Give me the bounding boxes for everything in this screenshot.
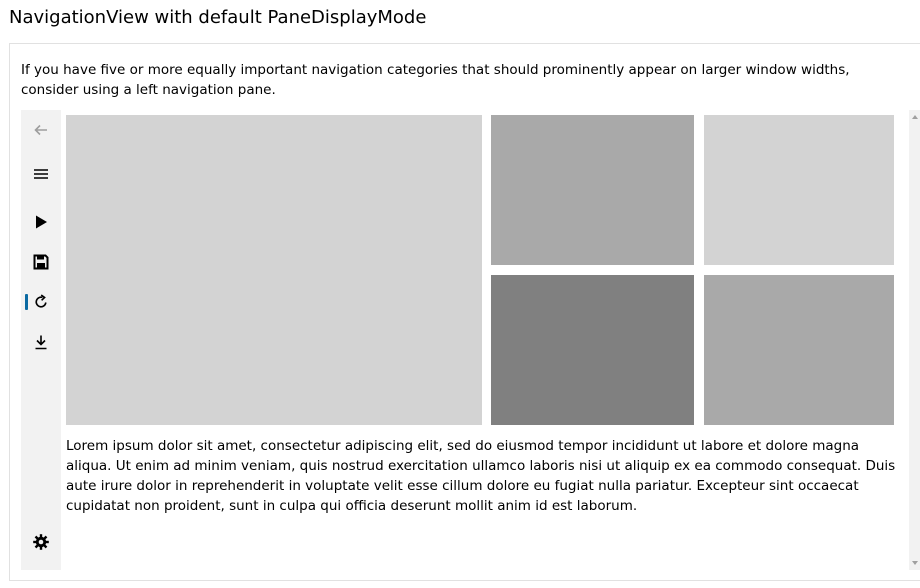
image-tile [491, 115, 694, 265]
play-icon [36, 215, 47, 229]
back-button[interactable] [21, 110, 61, 150]
nav-item-save[interactable] [21, 242, 61, 282]
navigation-view: Lorem ipsum dolor sit amet, consectetur … [21, 110, 920, 570]
image-tile [704, 115, 894, 265]
page-title: NavigationView with default PaneDisplayM… [9, 7, 427, 28]
refresh-icon [35, 294, 47, 308]
back-arrow-icon [34, 124, 47, 136]
navigation-pane [21, 110, 61, 570]
nav-item-play[interactable] [21, 202, 61, 242]
gear-icon [33, 534, 49, 550]
hamburger-menu-icon [34, 169, 48, 179]
scroll-up-arrow[interactable] [912, 115, 918, 119]
scroll-down-arrow[interactable] [912, 561, 918, 565]
nav-item-download[interactable] [21, 322, 61, 362]
image-tile-large [66, 115, 482, 425]
example-description: If you have five or more equally importa… [21, 62, 850, 98]
example-card: If you have five or more equally importa… [9, 43, 920, 581]
toggle-pane-button[interactable] [21, 154, 61, 194]
selection-indicator [25, 294, 28, 310]
save-icon [33, 254, 49, 270]
body-text: Lorem ipsum dolor sit amet, consectetur … [66, 438, 896, 514]
image-tile [491, 275, 694, 425]
settings-button[interactable] [21, 522, 61, 562]
content-area: Lorem ipsum dolor sit amet, consectetur … [61, 110, 909, 570]
vertical-scrollbar[interactable] [909, 110, 920, 570]
image-tile [704, 275, 894, 425]
nav-item-refresh[interactable] [21, 282, 61, 322]
download-icon [35, 335, 47, 350]
